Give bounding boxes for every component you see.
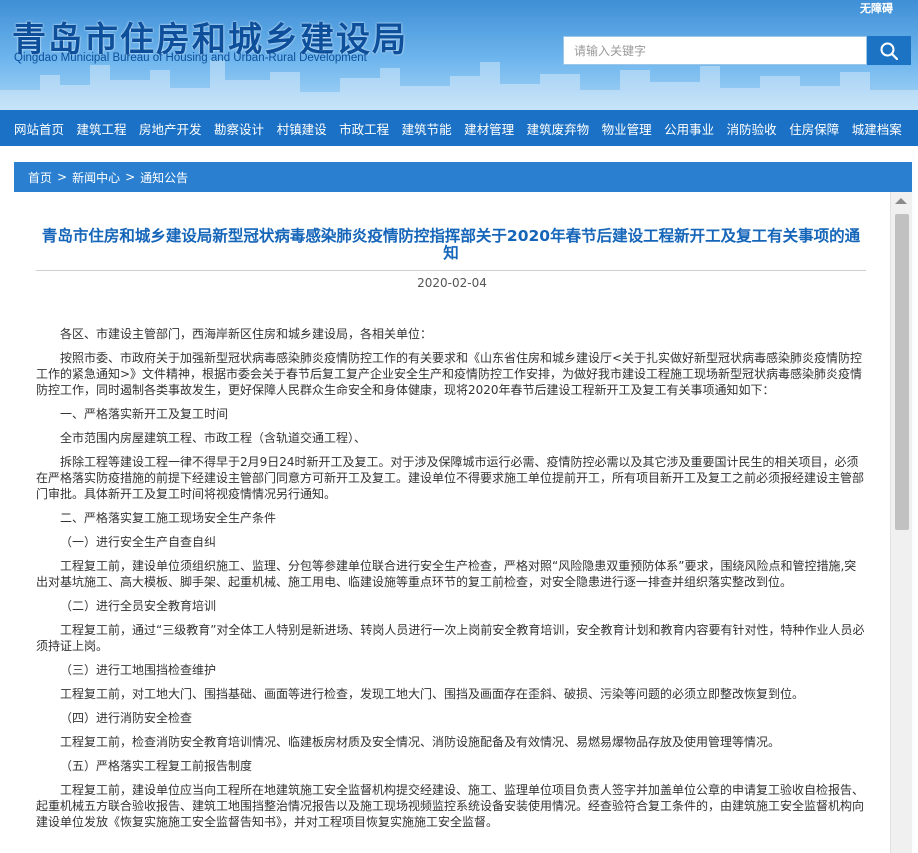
- nav-item-fire-acceptance[interactable]: 消防验收: [727, 119, 777, 138]
- nav-item-municipal-engineering[interactable]: 市政工程: [339, 119, 389, 138]
- nav-item-survey-design[interactable]: 勘察设计: [214, 119, 264, 138]
- article-paragraph: （四）进行消防安全检查: [60, 711, 193, 725]
- article-paragraph: （三）进行工地围挡检查维护: [60, 663, 217, 677]
- article-paragraph: 工程复工前，检查消防安全教育培训情况、临建板房材质及安全情况、消防设施配备及有效…: [60, 735, 781, 749]
- title-divider: [36, 270, 866, 271]
- site-header: 青岛市住房和城乡建设局 Qingdao Municipal Bureau of …: [0, 0, 918, 110]
- article-paragraph: 全市范围内房屋建筑工程、市政工程（含轨道交通工程）、: [60, 431, 367, 445]
- breadcrumb-separator: >: [125, 170, 136, 184]
- nav-item-real-estate[interactable]: 房地产开发: [139, 119, 202, 138]
- breadcrumb: 首页 > 新闻中心 > 通知公告: [14, 162, 912, 192]
- nav-item-home[interactable]: 网站首页: [14, 119, 64, 138]
- article-paragraph: 工程复工前，通过“三级教育”对全体工人特别是新进场、转岗人员进行一次上岗前安全教…: [36, 623, 865, 653]
- breadcrumb-notices[interactable]: 通知公告: [140, 169, 188, 186]
- article-paragraph: 工程复工前，对工地大门、围挡基础、画面等进行检查，发现工地大门、围挡及画面存在歪…: [60, 687, 805, 701]
- site-logo-subtitle: Qingdao Municipal Bureau of Housing and …: [14, 52, 367, 64]
- nav-item-materials[interactable]: 建材管理: [464, 119, 514, 138]
- article-paragraph: 按照市委、市政府关于加强新型冠状病毒感染肺炎疫情防控工作的有关要求和《山东省住房…: [36, 351, 863, 397]
- article-panel: 青岛市住房和城乡建设局新型冠状病毒感染肺炎疫情防控指挥部关于2020年春节后建设…: [14, 192, 890, 853]
- nav-item-archives[interactable]: 城建档案: [852, 119, 902, 138]
- article-paragraph: 各区、市建设主管部门，西海岸新区住房和城乡建设局，各相关单位：: [60, 327, 433, 341]
- scrollbar-thumb[interactable]: [895, 214, 909, 530]
- article-date: 2020-02-04: [417, 276, 487, 290]
- article-paragraph: （一）进行安全生产自查自纠: [60, 535, 217, 549]
- nav-item-utilities[interactable]: 公用事业: [664, 119, 714, 138]
- search-input[interactable]: [563, 36, 867, 65]
- article-paragraph: 工程复工前，建设单位须组织施工、监理、分包等参建单位联合进行安全生产检查，严格对…: [36, 559, 857, 589]
- article-paragraph: 拆除工程等建设工程一律不得早于2月9日24时新开工及复工。对于涉及保障城市运行必…: [36, 455, 865, 501]
- nav-item-village-construction[interactable]: 村镇建设: [277, 119, 327, 138]
- nav-item-construction[interactable]: 建筑工程: [77, 119, 127, 138]
- accessibility-link[interactable]: 无障碍: [860, 0, 893, 16]
- breadcrumb-separator: >: [57, 170, 68, 184]
- nav-item-waste[interactable]: 建筑废弃物: [527, 119, 590, 138]
- nav-item-energy-saving[interactable]: 建筑节能: [402, 119, 452, 138]
- article-paragraph: 一、严格落实新开工及复工时间: [60, 407, 229, 421]
- article-paragraph: （五）严格落实工程复工前报告制度: [60, 759, 253, 773]
- main-nav: 网站首页 建筑工程 房地产开发 勘察设计 村镇建设 市政工程 建筑节能 建材管理…: [0, 110, 918, 146]
- breadcrumb-home[interactable]: 首页: [28, 169, 52, 186]
- article-paragraph: 二、严格落实复工施工现场安全生产条件: [60, 511, 277, 525]
- breadcrumb-news-center[interactable]: 新闻中心: [72, 169, 120, 186]
- vertical-scrollbar[interactable]: [890, 192, 912, 853]
- article-paragraph: （二）进行全员安全教育培训: [60, 599, 217, 613]
- search-button[interactable]: [867, 36, 911, 65]
- scroll-up-icon[interactable]: [895, 198, 907, 204]
- article-paragraph: 工程复工前，建设单位应当向工程所在地建筑施工安全监督机构提交经建设、施工、监理单…: [36, 783, 865, 829]
- article-title: 青岛市住房和城乡建设局新型冠状病毒感染肺炎疫情防控指挥部关于2020年春节后建设…: [41, 227, 861, 262]
- article-body: 各区、市建设主管部门，西海岸新区住房和城乡建设局，各相关单位： 按照市委、市政府…: [36, 326, 866, 830]
- nav-item-housing-security[interactable]: 住房保障: [789, 119, 839, 138]
- search-icon: [880, 42, 898, 60]
- nav-item-property[interactable]: 物业管理: [602, 119, 652, 138]
